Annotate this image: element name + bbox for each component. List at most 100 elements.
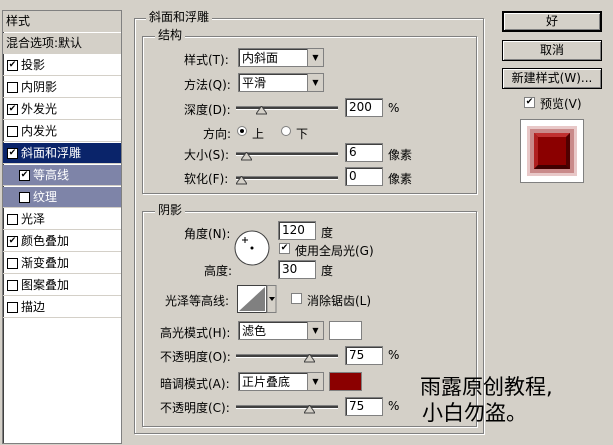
shadow-mode-value: 正片叠底 — [242, 375, 291, 389]
watermark-line2: 小白勿盗。 — [422, 401, 527, 425]
size-slider-thumb[interactable] — [239, 150, 253, 161]
direction-up-label: 上 — [252, 127, 265, 141]
sidebar-item-inner-glow[interactable]: 内发光 — [3, 121, 121, 142]
altitude-input[interactable]: 30 — [278, 260, 316, 279]
inner-shadow-checkbox[interactable] — [7, 82, 18, 93]
global-light-checkbox[interactable]: ✔ — [279, 243, 290, 254]
sidebar-item-texture[interactable]: 纹理 — [3, 187, 121, 208]
stroke-checkbox[interactable] — [7, 302, 18, 313]
sidebar-item-gradient-overlay[interactable]: 渐变叠加 — [3, 253, 121, 274]
blending-options-label: 混合选项:默认 — [6, 36, 83, 50]
size-input[interactable]: 6 — [345, 143, 383, 162]
watermark-text: 雨露原创教程, 小白勿盗。 — [420, 374, 553, 426]
outer-glow-label: 外发光 — [21, 102, 58, 116]
shadow-opacity-thumb[interactable] — [303, 403, 317, 414]
sidebar-item-bevel-emboss[interactable]: ✔ 斜面和浮雕 — [3, 143, 121, 164]
highlight-opacity-input[interactable]: 75 — [345, 346, 383, 365]
ok-button[interactable]: 好 — [502, 11, 602, 32]
shadow-mode-select[interactable]: 正片叠底 ▼ — [238, 372, 324, 391]
chevron-down-icon: ▼ — [307, 74, 323, 91]
style-label: 样式(T): — [184, 53, 229, 67]
pattern-overlay-checkbox[interactable] — [7, 280, 18, 291]
direction-down-radio[interactable] — [281, 126, 291, 136]
styles-list: 样式 混合选项:默认 ✔ 投影 内阴影 ✔ 外发光 内发光 ✔ 斜面和浮雕 ✔ 等高线 … — [2, 10, 122, 444]
inner-glow-checkbox[interactable] — [7, 126, 18, 137]
global-light-label: 使用全局光(G) — [295, 244, 374, 258]
size-label: 大小(S): — [184, 148, 230, 162]
depth-slider[interactable] — [236, 104, 338, 115]
highlight-mode-select[interactable]: 滤色 ▼ — [238, 321, 324, 340]
soften-slider[interactable] — [235, 174, 338, 185]
technique-label: 方法(Q): — [184, 78, 231, 92]
drop-shadow-label: 投影 — [21, 58, 46, 72]
bevel-emboss-label: 斜面和浮雕 — [21, 146, 82, 160]
size-slider[interactable] — [236, 150, 338, 161]
style-select[interactable]: 内斜面 ▼ — [238, 48, 324, 67]
size-unit: 像素 — [388, 148, 413, 162]
contour-label: 等高线 — [33, 168, 70, 182]
depth-input[interactable]: 200 — [345, 98, 383, 117]
satin-checkbox[interactable] — [7, 214, 18, 225]
sidebar-item-pattern-overlay[interactable]: 图案叠加 — [3, 275, 121, 296]
gloss-contour-picker[interactable] — [237, 285, 277, 313]
styles-header[interactable]: 样式 — [3, 11, 121, 32]
gradient-overlay-label: 渐变叠加 — [21, 256, 70, 270]
color-overlay-checkbox[interactable]: ✔ — [7, 236, 18, 247]
shading-title: 阴影 — [155, 204, 186, 217]
sidebar-item-inner-shadow[interactable]: 内阴影 — [3, 77, 121, 98]
sidebar-item-stroke[interactable]: 描边 — [3, 297, 121, 318]
soften-slider-thumb[interactable] — [235, 174, 248, 185]
highlight-opacity-thumb[interactable] — [303, 352, 317, 363]
depth-slider-thumb[interactable] — [255, 104, 268, 115]
shadow-mode-label: 暗调模式(A): — [160, 377, 230, 391]
blending-options-item[interactable]: 混合选项:默认 — [3, 33, 121, 54]
altitude-label: 高度: — [204, 264, 233, 278]
chevron-down-icon: ▼ — [307, 322, 323, 339]
highlight-opacity-slider[interactable] — [236, 352, 338, 363]
contour-checkbox[interactable]: ✔ — [19, 170, 30, 181]
soften-label: 软化(F): — [184, 172, 229, 186]
shadow-opacity-label: 不透明度(C): — [160, 401, 230, 415]
soften-input[interactable]: 0 — [345, 167, 383, 186]
preview-checkbox[interactable]: ✔ — [524, 97, 535, 108]
gradient-overlay-checkbox[interactable] — [7, 258, 18, 269]
shadow-color-swatch[interactable] — [329, 372, 362, 391]
chevron-down-icon: ▼ — [307, 49, 323, 66]
highlight-mode-label: 高光模式(H): — [160, 326, 231, 340]
soften-unit: 像素 — [388, 172, 413, 186]
angle-dial[interactable] — [234, 230, 270, 266]
anti-alias-checkbox[interactable] — [291, 293, 302, 304]
angle-label: 角度(N): — [184, 227, 231, 241]
outer-glow-checkbox[interactable]: ✔ — [7, 104, 18, 115]
highlight-opacity-unit: % — [388, 348, 400, 362]
sidebar-item-color-overlay[interactable]: ✔ 颜色叠加 — [3, 231, 121, 252]
texture-checkbox[interactable] — [19, 192, 30, 203]
direction-down-label: 下 — [296, 127, 309, 141]
style-select-value: 内斜面 — [242, 51, 279, 65]
chevron-down-icon: ▼ — [307, 373, 323, 390]
satin-label: 光泽 — [21, 212, 46, 226]
altitude-unit: 度 — [321, 264, 334, 278]
angle-input[interactable]: 120 — [278, 221, 316, 240]
depth-label: 深度(D): — [184, 103, 231, 117]
drop-shadow-checkbox[interactable]: ✔ — [7, 60, 18, 71]
sidebar-item-satin[interactable]: 光泽 — [3, 209, 121, 230]
technique-select-value: 平滑 — [242, 76, 267, 90]
bevel-emboss-checkbox[interactable]: ✔ — [7, 148, 18, 159]
direction-up-radio[interactable] — [237, 126, 247, 136]
stroke-label: 描边 — [21, 300, 46, 314]
shadow-opacity-unit: % — [388, 399, 400, 413]
cancel-button[interactable]: 取消 — [502, 40, 602, 61]
new-style-button[interactable]: 新建样式(W)... — [502, 68, 602, 89]
gloss-contour-label: 光泽等高线: — [165, 294, 230, 308]
technique-select[interactable]: 平滑 ▼ — [238, 73, 324, 92]
sidebar-item-contour[interactable]: ✔ 等高线 — [3, 165, 121, 186]
shadow-opacity-input[interactable]: 75 — [345, 397, 383, 416]
highlight-color-swatch[interactable] — [329, 321, 362, 340]
shadow-opacity-slider[interactable] — [236, 403, 338, 414]
depth-unit: % — [388, 101, 400, 115]
structure-title: 结构 — [155, 29, 186, 42]
sidebar-item-drop-shadow[interactable]: ✔ 投影 — [3, 55, 121, 76]
sidebar-item-outer-glow[interactable]: ✔ 外发光 — [3, 99, 121, 120]
inner-shadow-label: 内阴影 — [21, 80, 58, 94]
